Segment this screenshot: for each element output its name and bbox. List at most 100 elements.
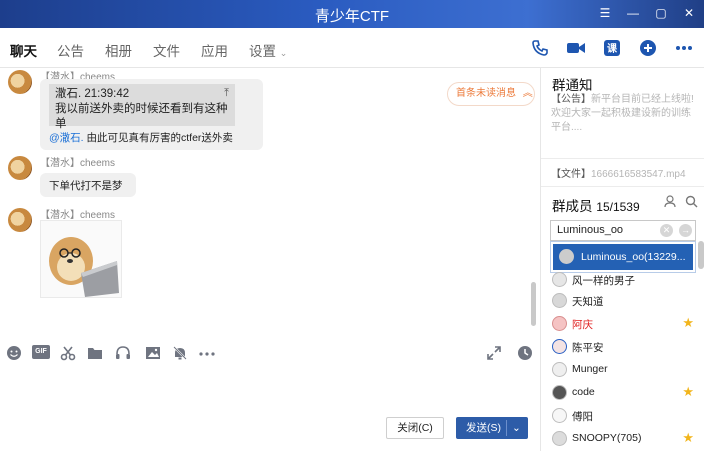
folder-icon[interactable] bbox=[87, 345, 103, 361]
title-bar: 青少年CTF ☰ — ▢ ✕ bbox=[0, 0, 704, 28]
emoji-icon[interactable] bbox=[6, 345, 22, 361]
member-row[interactable]: 阿庆 ★ bbox=[552, 314, 698, 334]
member-name: SNOOPY(705) bbox=[572, 432, 642, 444]
message-body: 下单代打不是梦 bbox=[40, 173, 136, 197]
quoted-message[interactable]: 潵石. 21:39:42 我以前送外卖的时候还看到有这种单 ⤒ bbox=[49, 84, 235, 130]
avatar bbox=[552, 339, 567, 354]
member-name: 风一样的男子 bbox=[572, 275, 635, 287]
star-icon: ★ bbox=[682, 384, 694, 399]
clear-icon[interactable]: ✕ bbox=[660, 224, 673, 237]
search-icon[interactable] bbox=[685, 195, 698, 211]
avatar bbox=[552, 293, 567, 308]
member-row[interactable]: SNOOPY(705) ★ bbox=[552, 429, 698, 449]
member-name: Munger bbox=[572, 363, 608, 375]
star-icon: ★ bbox=[682, 430, 694, 445]
search-results-dropdown: Luminous_oo(13229... bbox=[550, 241, 696, 273]
menu-icon[interactable]: ☰ bbox=[596, 4, 614, 22]
tab-settings-label: 设置 bbox=[249, 44, 276, 59]
unread-jump-button[interactable]: 首条未读消息 ︽ bbox=[447, 82, 535, 106]
mention[interactable]: @潵石. bbox=[49, 132, 84, 144]
search-result-item[interactable]: Luminous_oo(13229... bbox=[553, 244, 693, 270]
group-side-panel: 群通知 【公告】新平台目前已经上线啦! 欢迎大家一起积极建设新的训练平台....… bbox=[541, 68, 704, 451]
members-label: 群成员 bbox=[552, 199, 593, 214]
close-button[interactable]: 关闭(C) bbox=[386, 417, 444, 439]
add-member-icon[interactable] bbox=[664, 195, 677, 211]
member-row[interactable]: 风一样的男子 bbox=[552, 270, 698, 290]
mute-icon[interactable] bbox=[172, 345, 188, 361]
member-name: 傅阳 bbox=[572, 411, 593, 423]
file-name: 1666616583547.mp4 bbox=[591, 169, 686, 180]
tab-chat[interactable]: 聊天 bbox=[10, 40, 37, 70]
tab-apps[interactable]: 应用 bbox=[201, 40, 228, 60]
avatar bbox=[552, 385, 567, 400]
quote-header: 潵石. 21:39:42 bbox=[55, 88, 130, 100]
double-chevron-up-icon: ︽ bbox=[522, 88, 533, 99]
notice-body[interactable]: 【公告】新平台目前已经上线啦! 欢迎大家一起积极建设新的训练平台.... bbox=[551, 93, 697, 135]
members-actions bbox=[664, 195, 698, 211]
jump-to-icon[interactable]: ⤒ bbox=[224, 86, 229, 101]
gif-icon[interactable]: GIF bbox=[32, 345, 50, 361]
tab-album[interactable]: 相册 bbox=[105, 40, 132, 60]
avatar[interactable] bbox=[8, 70, 32, 94]
members-title: 群成员 15/1539 bbox=[552, 195, 640, 215]
minimize-icon[interactable]: — bbox=[624, 4, 642, 22]
member-name: code bbox=[572, 386, 595, 398]
history-icon[interactable] bbox=[517, 345, 533, 361]
notice-title[interactable]: 群通知 bbox=[552, 74, 593, 94]
more-icon[interactable] bbox=[672, 36, 696, 60]
gif-label: GIF bbox=[32, 345, 50, 359]
latest-file[interactable]: 【文件】1666616583547.mp4 bbox=[551, 165, 686, 180]
music-icon[interactable] bbox=[115, 345, 131, 361]
member-search-input[interactable]: Luminous_oo ✕ → bbox=[550, 220, 696, 241]
member-list-scrollbar[interactable] bbox=[698, 241, 704, 269]
divider bbox=[541, 158, 704, 159]
chevron-down-icon[interactable]: ⌄ bbox=[512, 417, 521, 439]
arrow-right-icon[interactable]: → bbox=[679, 224, 692, 237]
divider bbox=[541, 186, 704, 187]
avatar bbox=[552, 316, 567, 331]
member-row[interactable]: code ★ bbox=[552, 383, 698, 403]
screenshot-icon[interactable] bbox=[60, 345, 76, 361]
avatar bbox=[552, 362, 567, 377]
message-bubble: 潵石. 21:39:42 我以前送外卖的时候还看到有这种单 ⤒ @潵石. 由此可… bbox=[40, 79, 263, 150]
avatar bbox=[552, 408, 567, 423]
notice-tag: 【公告】 bbox=[551, 94, 591, 105]
avatar bbox=[552, 431, 567, 446]
quote-text: 我以前送外卖的时候还看到有这种单 bbox=[55, 103, 228, 130]
video-call-icon[interactable] bbox=[564, 36, 588, 60]
member-name: 天知道 bbox=[572, 296, 604, 308]
lesson-icon[interactable]: 课 bbox=[600, 36, 624, 60]
member-search-value: Luminous_oo bbox=[557, 224, 624, 236]
tab-announcement[interactable]: 公告 bbox=[57, 40, 84, 60]
notice-text: 新平台目前已经上线啦! bbox=[591, 94, 694, 105]
phone-icon[interactable] bbox=[528, 36, 552, 60]
expand-icon[interactable] bbox=[486, 345, 502, 361]
close-window-icon[interactable]: ✕ bbox=[680, 4, 698, 22]
avatar bbox=[559, 249, 574, 264]
chat-scrollbar[interactable] bbox=[531, 282, 536, 326]
image-icon[interactable] bbox=[145, 345, 161, 361]
send-button[interactable]: 发送(S) ⌄ bbox=[456, 417, 528, 439]
tab-settings[interactable]: 设置 ⌄ bbox=[249, 40, 287, 60]
avatar[interactable] bbox=[8, 208, 32, 232]
chevron-down-icon: ⌄ bbox=[279, 48, 288, 58]
avatar bbox=[552, 272, 567, 287]
chat-area[interactable]: 【潜水】cheems 潵石. 21:39:42 我以前送外卖的时候还看到有这种单… bbox=[0, 68, 540, 338]
member-row[interactable]: Munger bbox=[552, 360, 698, 380]
tab-files[interactable]: 文件 bbox=[153, 40, 180, 60]
avatar[interactable] bbox=[8, 156, 32, 180]
member-row[interactable]: 天知道 bbox=[552, 291, 698, 311]
add-icon[interactable] bbox=[636, 36, 660, 60]
send-divider bbox=[506, 420, 507, 436]
message-text: @潵石. 由此可见真有厉害的ctfer送外卖 bbox=[49, 130, 233, 145]
member-row[interactable]: 陈平安 bbox=[552, 337, 698, 357]
member-row[interactable]: 傅阳 bbox=[552, 406, 698, 426]
maximize-icon[interactable]: ▢ bbox=[652, 4, 670, 22]
top-actions: 课 bbox=[528, 36, 696, 60]
unread-label: 首条未读消息 bbox=[456, 88, 516, 99]
send-label: 发送(S) bbox=[466, 422, 501, 434]
more-icon[interactable] bbox=[198, 345, 216, 361]
window-controls: ☰ — ▢ ✕ bbox=[596, 4, 698, 22]
star-icon: ★ bbox=[682, 315, 694, 330]
cheems-laptop-sticker[interactable] bbox=[40, 220, 122, 298]
